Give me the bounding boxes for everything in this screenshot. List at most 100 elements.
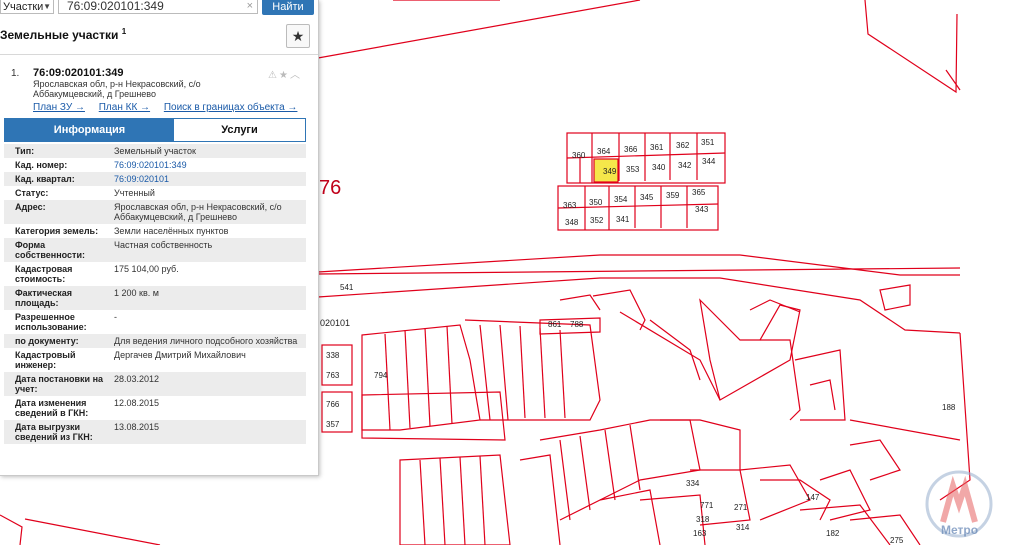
road-boundary (317, 277, 961, 334)
boundary-line (24, 518, 161, 545)
category-select[interactable]: Участки ▼ (0, 0, 54, 14)
svg-text:794: 794 (374, 371, 388, 380)
property-key: Разрешенное использование: (15, 312, 87, 332)
star-icon[interactable]: ★ (279, 70, 290, 81)
svg-text:354: 354 (614, 195, 628, 204)
property-value: Дергачев Дмитрий Михайлович (114, 350, 246, 360)
search-bar: Участки ▼ 76:09:020101:349 × Найти (0, 0, 318, 18)
boundary-line (849, 419, 961, 441)
svg-text:314: 314 (736, 523, 750, 532)
property-value: Земельный участок (114, 146, 196, 156)
svg-text:345: 345 (640, 193, 654, 202)
property-value: - (114, 312, 117, 322)
divider (0, 54, 318, 55)
svg-text:763: 763 (326, 371, 340, 380)
panel-title: Земельные участки 1 (0, 27, 126, 42)
star-icon: ★ (291, 28, 305, 44)
property-value: Ярославская обл, р-н Некрасовский, с/о А… (114, 202, 282, 222)
property-key: Кадастровая стоимость: (15, 264, 73, 284)
search-input-value: 76:09:020101:349 (67, 0, 164, 13)
svg-text:357: 357 (326, 420, 340, 429)
property-row: Категория земель: Земли населённых пункто… (4, 224, 306, 238)
search-input[interactable]: 76:09:020101:349 × (58, 0, 258, 14)
region-label: 76 (319, 177, 341, 199)
svg-text:338: 338 (326, 351, 340, 360)
property-value: 175 104,00 руб. (114, 264, 179, 274)
search-results-panel: Участки ▼ 76:09:020101:349 × Найти Земел… (0, 0, 319, 476)
svg-text:771: 771 (700, 501, 714, 510)
property-value: 1 200 кв. м (114, 288, 159, 298)
property-value: 28.03.2012 (114, 374, 160, 384)
svg-text:182: 182 (826, 529, 840, 538)
cad-quarter-link[interactable]: 76:09:020101 (114, 174, 306, 184)
property-value: 13.08.2015 (114, 422, 160, 432)
panel-title-text: Земельные участки (0, 28, 119, 42)
metro-logo: Метро (925, 470, 993, 538)
result-actions: ⚠★︿ (268, 66, 302, 81)
svg-text:147: 147 (806, 493, 820, 502)
search-in-bounds-link[interactable]: Поиск в границах объекта → (164, 102, 298, 113)
tab-services[interactable]: Услуги (174, 119, 305, 141)
property-key: Дата выгрузки сведений из ГКН: (15, 422, 93, 442)
property-key: Кад. квартал: (15, 174, 75, 184)
plan-kk-link[interactable]: План КК → (99, 102, 150, 113)
property-key: Тип: (15, 146, 35, 156)
property-row: Дата выгрузки сведений из ГКН: 13.08.2015 (4, 420, 306, 444)
property-key: Дата изменения сведений в ГКН: (15, 398, 89, 418)
property-key: по документу: (15, 336, 79, 346)
cad-number-link[interactable]: 76:09:020101:349 (114, 160, 306, 170)
property-key: Форма собственности: (15, 240, 85, 260)
property-row: Тип: Земельный участок (4, 144, 306, 158)
clear-icon[interactable]: × (247, 0, 253, 13)
property-row: Форма собственности: Частная собственност… (4, 238, 306, 262)
svg-text:344: 344 (702, 157, 716, 166)
property-row: Дата изменения сведений в ГКН: 12.08.2015 (4, 396, 306, 420)
category-select-value: Участки (3, 1, 44, 13)
property-row: Кадастровая стоимость: 175 104,00 руб. (4, 262, 306, 286)
favorite-button[interactable]: ★ (286, 24, 310, 48)
boundary-line (0, 514, 23, 545)
boundary-line (317, 0, 641, 59)
property-key: Категория земель: (15, 226, 99, 236)
property-row: Кадастровый инженер: Дергачев Дмитрий Мих… (4, 348, 306, 372)
property-row: Фактическая площадь: 1 200 кв. м (4, 286, 306, 310)
chevron-down-icon: ▼ (43, 2, 51, 11)
quarter-label: 020101 (320, 318, 350, 328)
svg-text:365: 365 (692, 188, 706, 197)
road-label: 541 (340, 283, 354, 292)
property-key: Статус: (15, 188, 49, 198)
svg-text:362: 362 (676, 141, 690, 150)
svg-text:766: 766 (326, 400, 340, 409)
result-index: 1. (11, 68, 20, 79)
parcel-block-top (557, 132, 726, 231)
result-links: План ЗУ → План КК → Поиск в границах объ… (33, 102, 308, 113)
svg-text:352: 352 (590, 216, 604, 225)
property-value: Учтенный (114, 188, 155, 198)
chevron-up-icon[interactable]: ︿ (290, 70, 302, 81)
find-button[interactable]: Найти (262, 0, 314, 15)
svg-text:188: 188 (942, 403, 956, 412)
svg-text:351: 351 (701, 138, 715, 147)
svg-text:318: 318 (696, 515, 710, 524)
result-address: Ярославская обл, р-н Некрасовский, с/о А… (33, 79, 201, 99)
svg-text:360: 360 (572, 151, 586, 160)
property-key: Дата постановки на учет: (15, 374, 104, 394)
svg-text:861: 861 (548, 320, 562, 329)
property-row: Кад. номер: 76:09:020101:349 (4, 158, 306, 172)
property-row: по документу: Для ведения личного подсобн… (4, 334, 306, 348)
properties-table: Тип: Земельный участок Кад. номер: 76:09:0… (4, 144, 306, 444)
result-cad-number[interactable]: 76:09:020101:349 (33, 67, 124, 79)
tab-information[interactable]: Информация (5, 119, 174, 141)
svg-text:341: 341 (616, 215, 630, 224)
svg-text:366: 366 (624, 145, 638, 154)
svg-text:163: 163 (693, 529, 707, 538)
selected-parcel-label: 349 (603, 167, 617, 176)
svg-text:348: 348 (565, 218, 579, 227)
property-value: Частная собственность (114, 240, 213, 250)
property-key: Кад. номер: (15, 160, 68, 170)
boundary-line (864, 0, 958, 94)
info-tabs: Информация Услуги (4, 118, 306, 142)
svg-text:342: 342 (678, 161, 692, 170)
plan-zu-link[interactable]: План ЗУ → (33, 102, 85, 113)
logo-name: Метро (941, 523, 978, 537)
